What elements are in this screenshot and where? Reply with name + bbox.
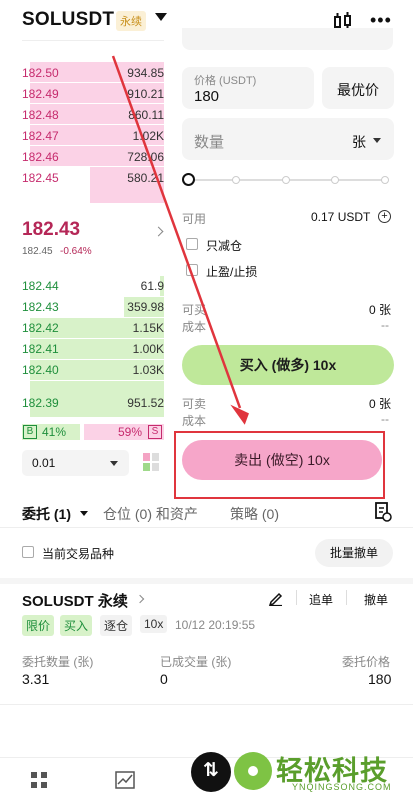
caret-down-icon <box>80 511 88 516</box>
watermark-url: YNQINGSONG.COM <box>292 782 392 792</box>
order-type-tag: 限价 <box>22 615 55 636</box>
order-price-value: 180 <box>368 671 392 687</box>
current-symbol-label: 当前交易品种 <box>42 547 115 561</box>
cancel-all-button[interactable]: 批量撤单 <box>315 539 393 567</box>
divider <box>0 527 413 528</box>
current-symbol-checkbox[interactable] <box>22 546 34 558</box>
tab-orders[interactable]: 委托 (1) <box>22 504 71 524</box>
filled-qty-label: 已成交量 (张) <box>160 655 232 669</box>
tab-positions[interactable]: 仓位 (0) 和资产 <box>103 504 198 524</box>
filled-qty-value: 0 <box>160 671 168 687</box>
annotation-arrow <box>111 55 249 425</box>
chart-nav-icon[interactable] <box>115 771 135 789</box>
divider <box>0 704 413 705</box>
margin-mode-tag: 逐仓 <box>100 615 133 636</box>
swap-arrows-icon: ⇅ <box>203 760 219 781</box>
order-qty-label: 委托数量 (张) <box>22 655 94 669</box>
order-side-tag: 买入 <box>60 615 93 636</box>
order-history-icon[interactable] <box>374 502 392 522</box>
tab-strategy[interactable]: 策略 (0) <box>230 504 279 524</box>
order-qty-value: 3.31 <box>22 671 50 687</box>
watermark-logo-dot <box>248 766 258 776</box>
edit-pencil-icon[interactable] <box>268 590 284 606</box>
section-gap <box>0 578 413 584</box>
grid-nav-icon[interactable] <box>30 771 48 789</box>
chase-button[interactable]: 追单 <box>309 591 333 608</box>
order-price-label: 委托价格 <box>342 655 391 669</box>
order-symbol[interactable]: SOLUSDT 永续 <box>22 590 128 611</box>
divider <box>346 590 347 605</box>
divider <box>296 590 297 605</box>
leverage-tag: 10x <box>140 615 168 633</box>
cancel-order-button[interactable]: 撤单 <box>364 591 388 608</box>
order-time: 10/12 20:19:55 <box>175 618 256 632</box>
